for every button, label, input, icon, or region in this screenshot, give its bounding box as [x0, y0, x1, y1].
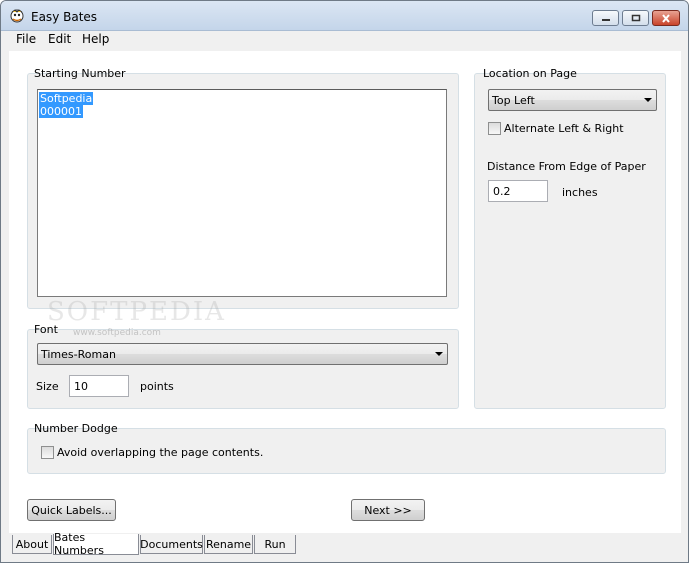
next-button[interactable]: Next >> [351, 499, 425, 521]
minimize-icon [601, 19, 610, 21]
font-size-value: 10 [74, 380, 88, 393]
avoid-overlap-label: Avoid overlapping the page contents. [57, 446, 264, 459]
close-button[interactable] [652, 10, 680, 26]
quick-labels-button-label: Quick Labels... [31, 503, 112, 517]
tab-bates-numbers-label: Bates Numbers [54, 531, 104, 557]
alternate-label: Alternate Left & Right [504, 122, 624, 135]
font-size-input[interactable]: 10 [69, 375, 129, 397]
bates-numbers-panel: Starting Number Softpedia 000001 Font Ti… [9, 51, 681, 533]
location-selected-value: Top Left [492, 94, 535, 107]
menu-help[interactable]: Help [80, 32, 111, 46]
starting-number-line-1: Softpedia [39, 92, 94, 105]
font-size-label: Size [36, 380, 59, 393]
menu-edit[interactable]: Edit [46, 32, 73, 46]
location-select[interactable]: Top Left [488, 89, 657, 111]
distance-value: 0.2 [493, 185, 511, 198]
close-icon [662, 13, 670, 23]
app-window: Easy Bates File Edit Help Starting Numbe… [0, 0, 689, 563]
tab-about-label: About [15, 537, 49, 551]
tab-rename-label: Rename [205, 537, 252, 551]
alternate-checkbox[interactable] [488, 122, 501, 135]
tab-rename[interactable]: Rename [204, 535, 253, 554]
restore-icon [631, 14, 640, 22]
font-select[interactable]: Times-Roman [37, 343, 448, 365]
next-button-label: Next >> [364, 503, 412, 517]
window-title: Easy Bates [31, 10, 98, 24]
menu-bar: File Edit Help [1, 31, 688, 49]
maximize-button[interactable] [622, 10, 649, 26]
tab-run-label: Run [264, 537, 286, 551]
menu-file[interactable]: File [14, 32, 38, 46]
number-dodge-label: Number Dodge [34, 422, 118, 435]
tab-documents[interactable]: Documents [140, 535, 203, 554]
avoid-overlap-checkbox[interactable] [41, 446, 54, 459]
starting-number-line-2: 000001 [39, 105, 83, 118]
tab-documents-label: Documents [140, 537, 203, 551]
tab-bates-numbers[interactable]: Bates Numbers [53, 531, 139, 557]
tab-run[interactable]: Run [254, 535, 296, 554]
chevron-down-icon [435, 352, 443, 356]
font-selected-value: Times-Roman [41, 348, 116, 361]
softpedia-watermark-url: www.softpedia.com [73, 328, 161, 338]
tab-about[interactable]: About [12, 535, 52, 554]
starting-number-label: Starting Number [34, 67, 126, 80]
font-group [27, 329, 459, 409]
title-bar[interactable]: Easy Bates [1, 1, 688, 31]
points-label: points [140, 380, 174, 393]
app-icon [10, 9, 24, 23]
font-label: Font [34, 323, 58, 336]
starting-number-textarea[interactable]: Softpedia 000001 [37, 89, 447, 297]
inches-label: inches [562, 186, 598, 199]
chevron-down-icon [644, 98, 652, 102]
location-label: Location on Page [483, 67, 577, 80]
quick-labels-button[interactable]: Quick Labels... [27, 499, 116, 521]
tab-strip: About Bates Numbers Documents Rename Run [1, 531, 688, 562]
distance-label: Distance From Edge of Paper [487, 160, 646, 173]
minimize-button[interactable] [592, 10, 619, 26]
distance-input[interactable]: 0.2 [488, 180, 548, 202]
